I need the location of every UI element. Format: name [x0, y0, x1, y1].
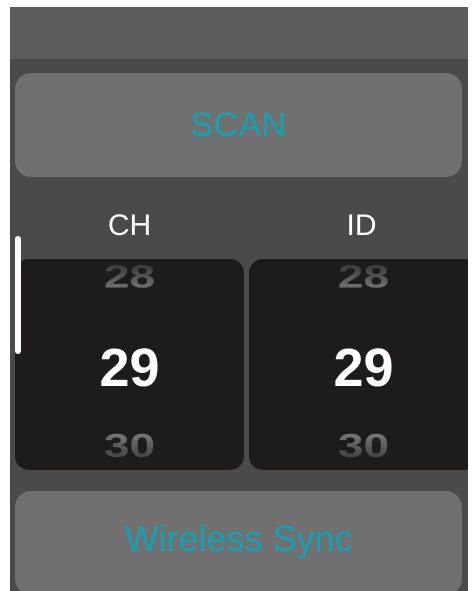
ch-picker[interactable]: 28 29 30 [15, 259, 244, 470]
id-label: ID [346, 209, 377, 242]
ch-label: CH [107, 209, 152, 242]
top-bar [10, 7, 468, 59]
scroll-indicator[interactable] [15, 236, 21, 354]
device-screen: SCAN CH ID 28 29 30 28 29 30 Wireless Sy… [10, 7, 468, 591]
id-picker[interactable]: 28 29 30 [249, 259, 468, 470]
id-picker-selected-value[interactable]: 29 [249, 341, 468, 395]
ch-picker-selected-value[interactable]: 29 [15, 341, 244, 395]
ch-picker-previous-value[interactable]: 28 [15, 260, 244, 292]
id-picker-next-value[interactable]: 30 [249, 429, 468, 462]
ch-picker-next-value[interactable]: 30 [15, 429, 244, 462]
wireless-sync-button-label: Wireless Sync [124, 518, 353, 559]
scan-button[interactable]: SCAN [15, 73, 462, 177]
id-picker-previous-value[interactable]: 28 [249, 260, 468, 292]
wireless-sync-button[interactable]: Wireless Sync [15, 491, 462, 591]
scan-button-label: SCAN [190, 105, 287, 144]
